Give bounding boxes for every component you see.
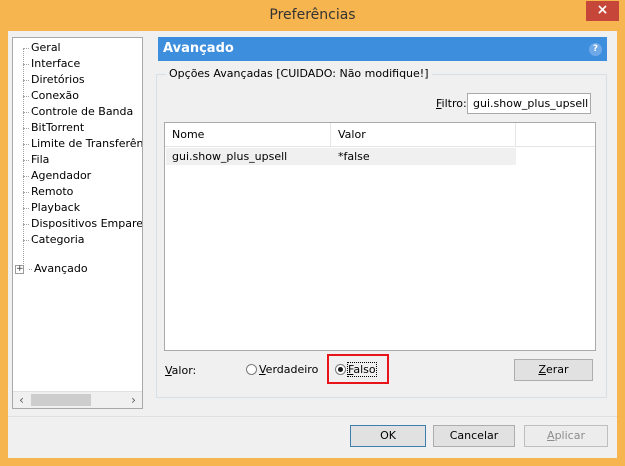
reset-button[interactable]: Zerar: [514, 359, 593, 381]
list-item[interactable]: gui.show_plus_upsell *false: [166, 148, 516, 165]
preferences-window: Preferências × Geral Interface Diretório…: [0, 0, 625, 466]
ok-button[interactable]: OK: [350, 425, 426, 447]
title-bar: Preferências ×: [0, 0, 625, 30]
dialog-body: Geral Interface Diretórios Conexão Contr…: [8, 31, 617, 458]
tree-item-agendador[interactable]: Agendador: [23, 168, 91, 184]
help-icon[interactable]: ?: [589, 43, 602, 56]
list-header: Nome Valor: [165, 123, 595, 147]
setting-value: *false: [338, 150, 370, 163]
radio-falso[interactable]: Falso: [335, 362, 377, 377]
section-title: Avançado: [163, 41, 234, 56]
tree-item-bittorrent[interactable]: BitTorrent: [23, 120, 84, 136]
tree-item-interface[interactable]: Interface: [23, 56, 80, 72]
radio-unchecked-icon: [246, 364, 257, 375]
radio-falso-label: Falso: [347, 362, 377, 377]
apply-button[interactable]: Aplicar: [524, 425, 608, 447]
horizontal-scrollbar[interactable]: ‹ ›: [13, 391, 142, 408]
tree-item-playback[interactable]: Playback: [23, 200, 80, 216]
tree-item-diretorios[interactable]: Diretórios: [23, 72, 85, 88]
value-label: Valor:: [165, 364, 197, 377]
tree-item-remoto[interactable]: Remoto: [23, 184, 73, 200]
column-header-nome[interactable]: Nome: [165, 123, 331, 146]
column-header-valor[interactable]: Valor: [331, 123, 516, 146]
group-label: Opções Avançadas [CUIDADO: Não modifique…: [166, 67, 432, 80]
window-title: Preferências: [269, 7, 356, 23]
tree-item-conexao[interactable]: Conexão: [23, 88, 79, 104]
filter-input[interactable]: gui.show_plus_upsell: [467, 93, 591, 114]
scroll-right-icon[interactable]: ›: [125, 392, 142, 408]
tree-item-avancado[interactable]: Avançado: [29, 261, 88, 277]
tree-item-fila[interactable]: Fila: [23, 152, 49, 168]
tree-item-dispositivos[interactable]: Dispositivos Empare: [23, 216, 142, 232]
tree-item-controle-banda[interactable]: Controle de Banda: [23, 104, 133, 120]
radio-checked-icon: [335, 364, 346, 375]
category-tree[interactable]: Geral Interface Diretórios Conexão Contr…: [12, 37, 143, 409]
tree-item-geral[interactable]: Geral: [23, 40, 61, 56]
section-header: Avançado ?: [158, 37, 607, 61]
close-button[interactable]: ×: [586, 1, 619, 21]
radio-verdadeiro[interactable]: Verdadeiro: [246, 363, 318, 377]
tree-item-categoria[interactable]: Categoria: [23, 232, 85, 248]
settings-list[interactable]: Nome Valor gui.show_plus_upsell *false: [164, 122, 596, 351]
scroll-thumb[interactable]: [31, 394, 91, 406]
cancel-button[interactable]: Cancelar: [433, 425, 515, 447]
filter-label: Filtro:: [436, 97, 467, 110]
tree-item-limite-transferencia[interactable]: Limite de Transferên: [23, 136, 142, 152]
expand-icon[interactable]: +: [15, 265, 24, 274]
setting-name: gui.show_plus_upsell: [172, 150, 288, 163]
scroll-left-icon[interactable]: ‹: [13, 392, 30, 408]
